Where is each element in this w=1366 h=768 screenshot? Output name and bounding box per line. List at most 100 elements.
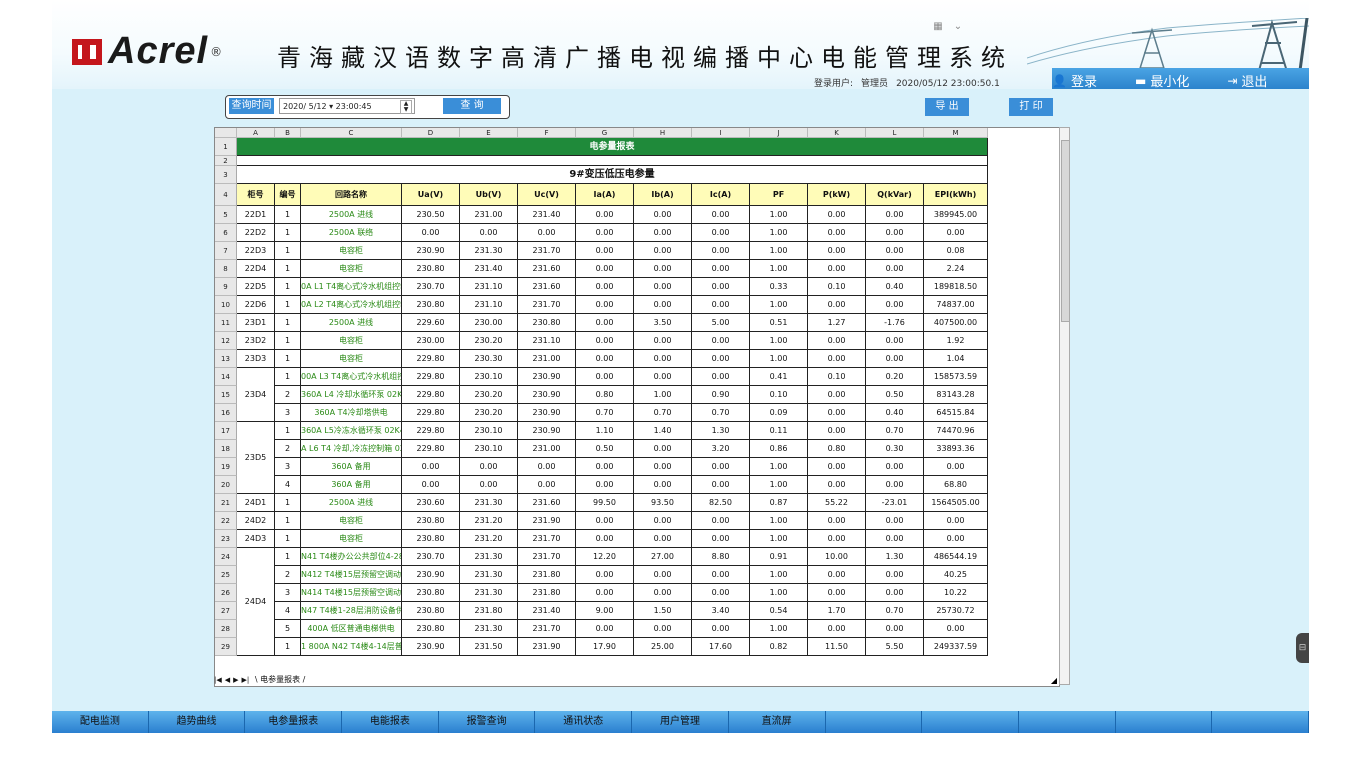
data-cell: 0.00 <box>692 620 750 638</box>
data-cell: 9.00 <box>576 602 634 620</box>
nav-item[interactable] <box>1019 711 1116 733</box>
print-button[interactable]: 打 印 <box>1009 98 1053 116</box>
data-cell: 1.30 <box>866 548 924 566</box>
nav-item[interactable]: 电参量报表 <box>245 711 343 733</box>
column-header[interactable]: K <box>808 128 866 138</box>
row-header: 2 <box>215 156 237 166</box>
circuit-name-cell: 电容柜 <box>301 512 402 530</box>
scroll-thumb[interactable] <box>1061 140 1070 322</box>
column-header[interactable]: C <box>301 128 402 138</box>
column-title: Ib(A) <box>634 184 692 206</box>
column-title: EPI(kWh) <box>924 184 988 206</box>
data-cell: 1 <box>275 368 301 386</box>
data-cell: 0.00 <box>866 620 924 638</box>
vertical-scrollbar[interactable] <box>1059 127 1070 685</box>
minimize-button[interactable]: ▬ 最小化 <box>1134 71 1189 91</box>
exit-button[interactable]: ⇥ 退出 <box>1227 71 1267 91</box>
nav-item[interactable]: 配电监测 <box>52 711 149 733</box>
column-header[interactable]: F <box>518 128 576 138</box>
data-cell: 229.80 <box>402 422 460 440</box>
data-cell: 25730.72 <box>924 602 988 620</box>
report-subtitle: 9#变压低压电参量 <box>237 166 988 184</box>
chevron-down-icon[interactable]: ⌄ <box>949 20 967 34</box>
next-sheet-icon[interactable]: ▶ <box>233 676 238 684</box>
resize-grip-icon[interactable]: ◢ <box>1049 676 1059 686</box>
data-cell: 0.00 <box>866 296 924 314</box>
nav-item[interactable] <box>922 711 1019 733</box>
data-cell: 230.80 <box>402 584 460 602</box>
column-header[interactable]: A <box>237 128 275 138</box>
data-cell: 230.70 <box>402 278 460 296</box>
cabinet-cell: 23D5 <box>237 422 275 494</box>
search-button[interactable]: 查 询 <box>443 98 501 114</box>
data-cell: 0.00 <box>634 260 692 278</box>
column-title: Ia(A) <box>576 184 634 206</box>
column-header[interactable]: J <box>750 128 808 138</box>
data-cell: 1 <box>275 332 301 350</box>
data-cell: 23D3 <box>237 350 275 368</box>
data-cell: 8.80 <box>692 548 750 566</box>
nav-item[interactable]: 通讯状态 <box>535 711 633 733</box>
data-cell: 0.00 <box>866 332 924 350</box>
select-all-corner[interactable] <box>215 128 237 138</box>
data-cell: 3.50 <box>634 314 692 332</box>
nav-item[interactable] <box>1116 711 1213 733</box>
column-header[interactable]: G <box>576 128 634 138</box>
circuit-name-cell: 电容柜 <box>301 260 402 278</box>
data-cell: 0.00 <box>866 350 924 368</box>
data-cell: 229.60 <box>402 314 460 332</box>
query-datetime-picker[interactable]: 2020/ 5/12 ▾ 23:00:45 ▲ ▼ <box>279 98 415 114</box>
nav-item[interactable]: 直流屏 <box>729 711 826 733</box>
data-cell: 82.50 <box>692 494 750 512</box>
nav-item[interactable]: 用户管理 <box>632 711 729 733</box>
data-cell: 0.00 <box>576 476 634 494</box>
column-header[interactable]: D <box>402 128 460 138</box>
data-cell: 27.00 <box>634 548 692 566</box>
nav-item[interactable]: 报警查询 <box>439 711 536 733</box>
first-sheet-icon[interactable]: |◀ <box>214 676 222 684</box>
user-icon: 👤 <box>1052 73 1067 88</box>
data-cell: 3 <box>275 584 301 602</box>
column-header[interactable]: E <box>460 128 518 138</box>
login-button[interactable]: 👤 登录 <box>1052 71 1097 91</box>
sheet-tab[interactable]: \ 电参量报表 / <box>255 675 306 684</box>
last-sheet-icon[interactable]: ▶| <box>242 676 250 684</box>
column-header[interactable]: H <box>634 128 692 138</box>
nav-item[interactable]: 趋势曲线 <box>149 711 246 733</box>
minimize-icon: ▬ <box>1134 73 1147 88</box>
column-header[interactable]: I <box>692 128 750 138</box>
spreadsheet[interactable]: ABCDEFGHIJKLM 1 电参量报表 2 3 9#变压低压电参量 4 柜号 编号 回路名称… <box>214 127 1060 687</box>
data-cell: 231.10 <box>518 332 576 350</box>
nav-item[interactable] <box>1212 711 1309 733</box>
data-cell: 1.92 <box>924 332 988 350</box>
grid-icon[interactable]: ▦ <box>929 20 947 34</box>
nav-item[interactable] <box>826 711 923 733</box>
column-header[interactable]: B <box>275 128 301 138</box>
nav-item[interactable]: 电能报表 <box>342 711 439 733</box>
data-cell: -23.01 <box>866 494 924 512</box>
data-cell: 23D2 <box>237 332 275 350</box>
data-cell: 0.70 <box>576 404 634 422</box>
row-header: 12 <box>215 332 237 350</box>
data-cell: 0.00 <box>924 620 988 638</box>
cabinet-cell: 24D4 <box>237 548 275 656</box>
data-cell: 0.00 <box>518 458 576 476</box>
data-cell: 230.20 <box>460 404 518 422</box>
data-cell: 189818.50 <box>924 278 988 296</box>
data-cell: 486544.19 <box>924 548 988 566</box>
column-header[interactable]: M <box>924 128 988 138</box>
row-header: 26 <box>215 584 237 602</box>
data-cell: 22D5 <box>237 278 275 296</box>
column-header[interactable]: L <box>866 128 924 138</box>
prev-sheet-icon[interactable]: ◀ <box>225 676 230 684</box>
data-cell: 0.00 <box>866 476 924 494</box>
data-cell: 229.80 <box>402 350 460 368</box>
spin-icon[interactable]: ▲ ▼ <box>400 100 412 114</box>
side-panel-handle[interactable]: ⊟ <box>1296 633 1309 663</box>
export-button[interactable]: 导 出 <box>925 98 969 116</box>
row-header: 28 <box>215 620 237 638</box>
row-header: 22 <box>215 512 237 530</box>
user-name: 管理员 <box>861 79 889 89</box>
data-cell: 0.00 <box>924 530 988 548</box>
data-cell: 0.10 <box>750 386 808 404</box>
